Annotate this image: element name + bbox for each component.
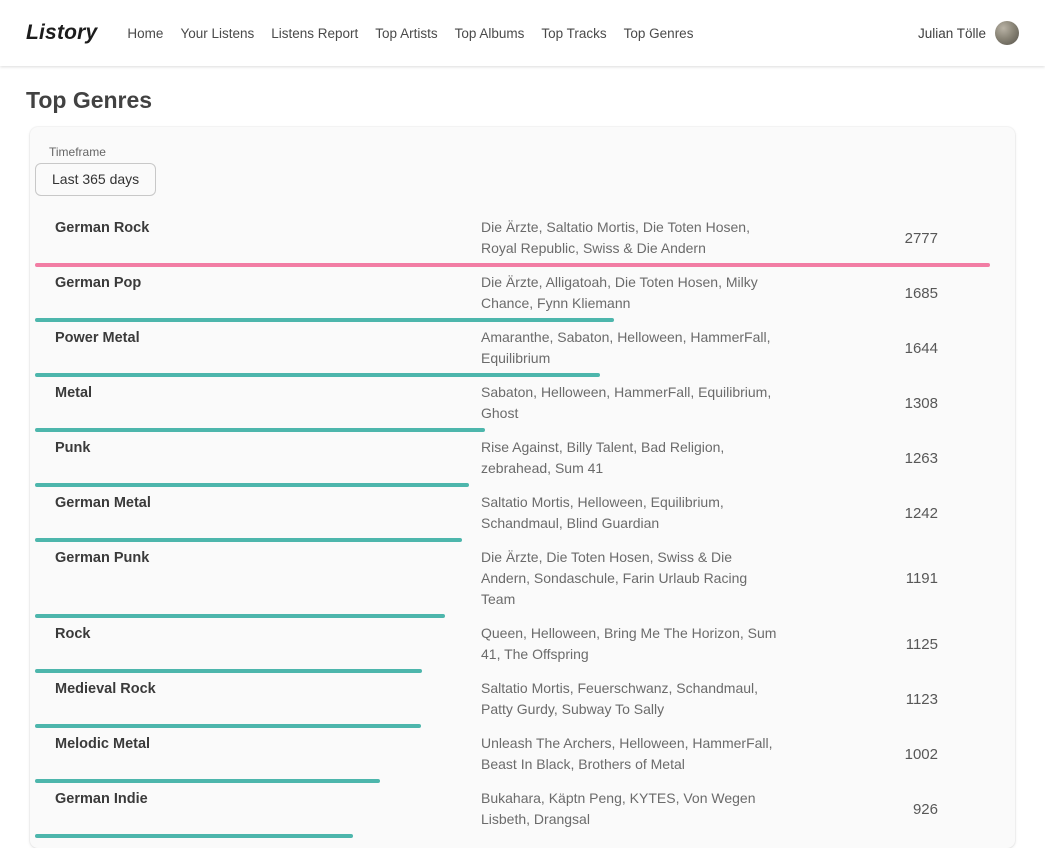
genre-row: Rock Queen, Helloween, Bring Me The Hori… xyxy=(35,618,990,673)
genre-artists: Queen, Helloween, Bring Me The Horizon, … xyxy=(481,623,781,665)
nav-item-top-genres[interactable]: Top Genres xyxy=(624,26,694,41)
genre-table: German Rock Die Ärzte, Saltatio Mortis, … xyxy=(35,212,990,838)
genre-name: German Pop xyxy=(55,272,481,314)
user-name[interactable]: Julian Tölle xyxy=(918,26,986,41)
timeframe-label: Timeframe xyxy=(49,145,990,159)
genre-artists: Sabaton, Helloween, HammerFall, Equilibr… xyxy=(481,382,781,424)
nav-item-home[interactable]: Home xyxy=(127,26,163,41)
genre-row: German Rock Die Ärzte, Saltatio Mortis, … xyxy=(35,212,990,267)
genre-name: German Punk xyxy=(55,547,481,610)
genre-count: 1685 xyxy=(781,285,938,302)
genre-row: Power Metal Amaranthe, Sabaton, Hellowee… xyxy=(35,322,990,377)
genre-name: German Rock xyxy=(55,217,481,259)
genre-count: 1308 xyxy=(781,395,938,412)
genre-count: 1242 xyxy=(781,505,938,522)
genre-artists: Saltatio Mortis, Helloween, Equilibrium,… xyxy=(481,492,781,534)
timeframe-control: Timeframe Last 365 days xyxy=(35,145,990,196)
user-menu[interactable]: Julian Tölle xyxy=(918,21,1019,45)
genre-artists: Die Ärzte, Alligatoah, Die Toten Hosen, … xyxy=(481,272,781,314)
genre-row: Punk Rise Against, Billy Talent, Bad Rel… xyxy=(35,432,990,487)
top-nav: Listory Home Your Listens Listens Report… xyxy=(0,0,1045,66)
genre-name: Melodic Metal xyxy=(55,733,481,775)
genre-artists: Amaranthe, Sabaton, Helloween, HammerFal… xyxy=(481,327,781,369)
genre-name: Power Metal xyxy=(55,327,481,369)
genre-artists: Rise Against, Billy Talent, Bad Religion… xyxy=(481,437,781,479)
genre-row: German Indie Bukahara, Käptn Peng, KYTES… xyxy=(35,783,990,838)
genre-row: German Pop Die Ärzte, Alligatoah, Die To… xyxy=(35,267,990,322)
genre-count: 1125 xyxy=(781,636,938,653)
genre-name: German Indie xyxy=(55,788,481,830)
user-avatar[interactable] xyxy=(995,21,1019,45)
genre-artists: Die Ärzte, Die Toten Hosen, Swiss & Die … xyxy=(481,547,781,610)
genre-artists: Saltatio Mortis, Feuerschwanz, Schandmau… xyxy=(481,678,781,720)
genre-row: German Punk Die Ärzte, Die Toten Hosen, … xyxy=(35,542,990,618)
genre-name: Rock xyxy=(55,623,481,665)
genre-name: Metal xyxy=(55,382,481,424)
genre-count: 1002 xyxy=(781,746,938,763)
nav-item-top-artists[interactable]: Top Artists xyxy=(375,26,437,41)
genre-name: Medieval Rock xyxy=(55,678,481,720)
genres-card: Timeframe Last 365 days German Rock Die … xyxy=(30,127,1015,848)
genre-bar xyxy=(35,834,353,838)
nav-item-top-albums[interactable]: Top Albums xyxy=(455,26,525,41)
genre-artists: Bukahara, Käptn Peng, KYTES, Von Wegen L… xyxy=(481,788,781,830)
genre-row: Melodic Metal Unleash The Archers, Hello… xyxy=(35,728,990,783)
genre-name: Punk xyxy=(55,437,481,479)
genre-artists: Unleash The Archers, Helloween, HammerFa… xyxy=(481,733,781,775)
app-logo[interactable]: Listory xyxy=(26,21,97,45)
genre-bar-track xyxy=(35,834,990,838)
main-content: Top Genres Timeframe Last 365 days Germa… xyxy=(0,87,1045,848)
genre-row: German Metal Saltatio Mortis, Helloween,… xyxy=(35,487,990,542)
genre-artists: Die Ärzte, Saltatio Mortis, Die Toten Ho… xyxy=(481,217,781,259)
nav-item-top-tracks[interactable]: Top Tracks xyxy=(541,26,606,41)
genre-count: 1123 xyxy=(781,691,938,708)
genre-count: 1263 xyxy=(781,450,938,467)
genre-row: Metal Sabaton, Helloween, HammerFall, Eq… xyxy=(35,377,990,432)
genre-count: 1191 xyxy=(781,570,938,587)
genre-name: German Metal xyxy=(55,492,481,534)
genre-row: Medieval Rock Saltatio Mortis, Feuerschw… xyxy=(35,673,990,728)
genre-count: 926 xyxy=(781,801,938,818)
page-title: Top Genres xyxy=(26,87,1015,114)
timeframe-select[interactable]: Last 365 days xyxy=(35,163,156,196)
genre-count: 2777 xyxy=(781,230,938,247)
nav-item-your-listens[interactable]: Your Listens xyxy=(180,26,254,41)
nav-item-listens-report[interactable]: Listens Report xyxy=(271,26,358,41)
main-nav: Home Your Listens Listens Report Top Art… xyxy=(127,26,918,41)
genre-count: 1644 xyxy=(781,340,938,357)
